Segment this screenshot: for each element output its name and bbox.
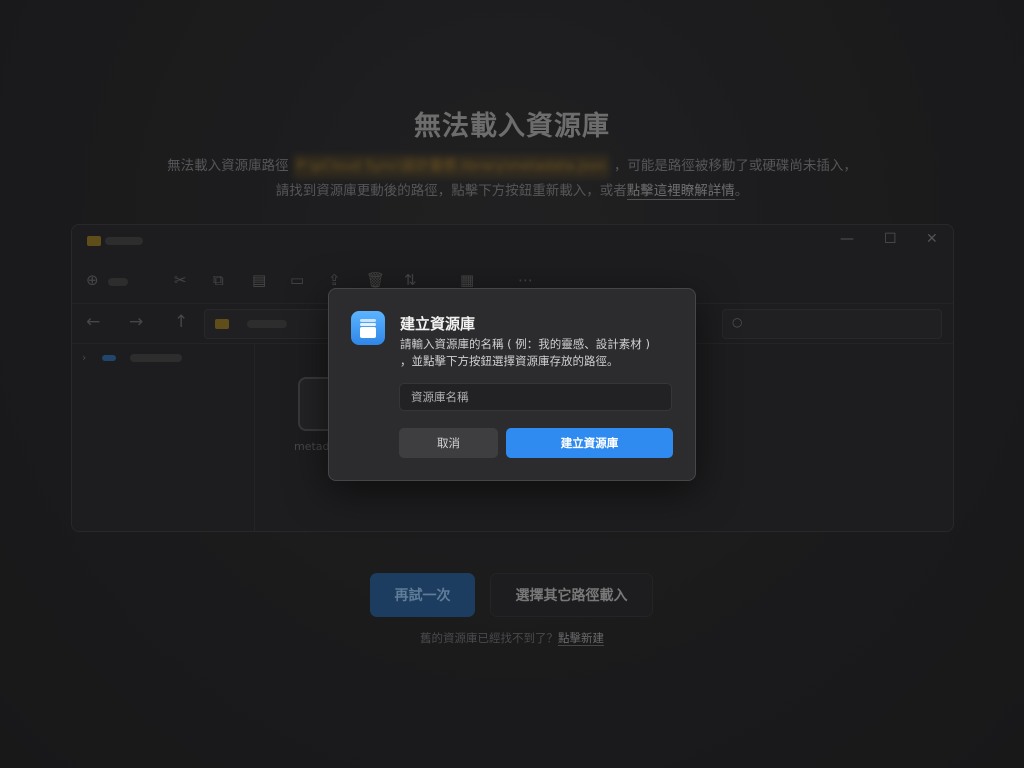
create-library-button[interactable]: 建立資源庫 xyxy=(506,428,673,458)
create-library-dialog: 建立資源庫 請輸入資源庫的名稱 ( 例：我的靈感、設計素材 ) ，並點擊下方按鈕… xyxy=(328,288,696,481)
library-icon xyxy=(351,311,385,345)
dialog-description: 請輸入資源庫的名稱 ( 例：我的靈感、設計素材 ) ，並點擊下方按鈕選擇資源庫存… xyxy=(400,337,650,368)
dialog-title: 建立資源庫 xyxy=(400,315,476,333)
cancel-button[interactable]: 取消 xyxy=(399,428,498,458)
library-name-input[interactable] xyxy=(399,383,672,411)
